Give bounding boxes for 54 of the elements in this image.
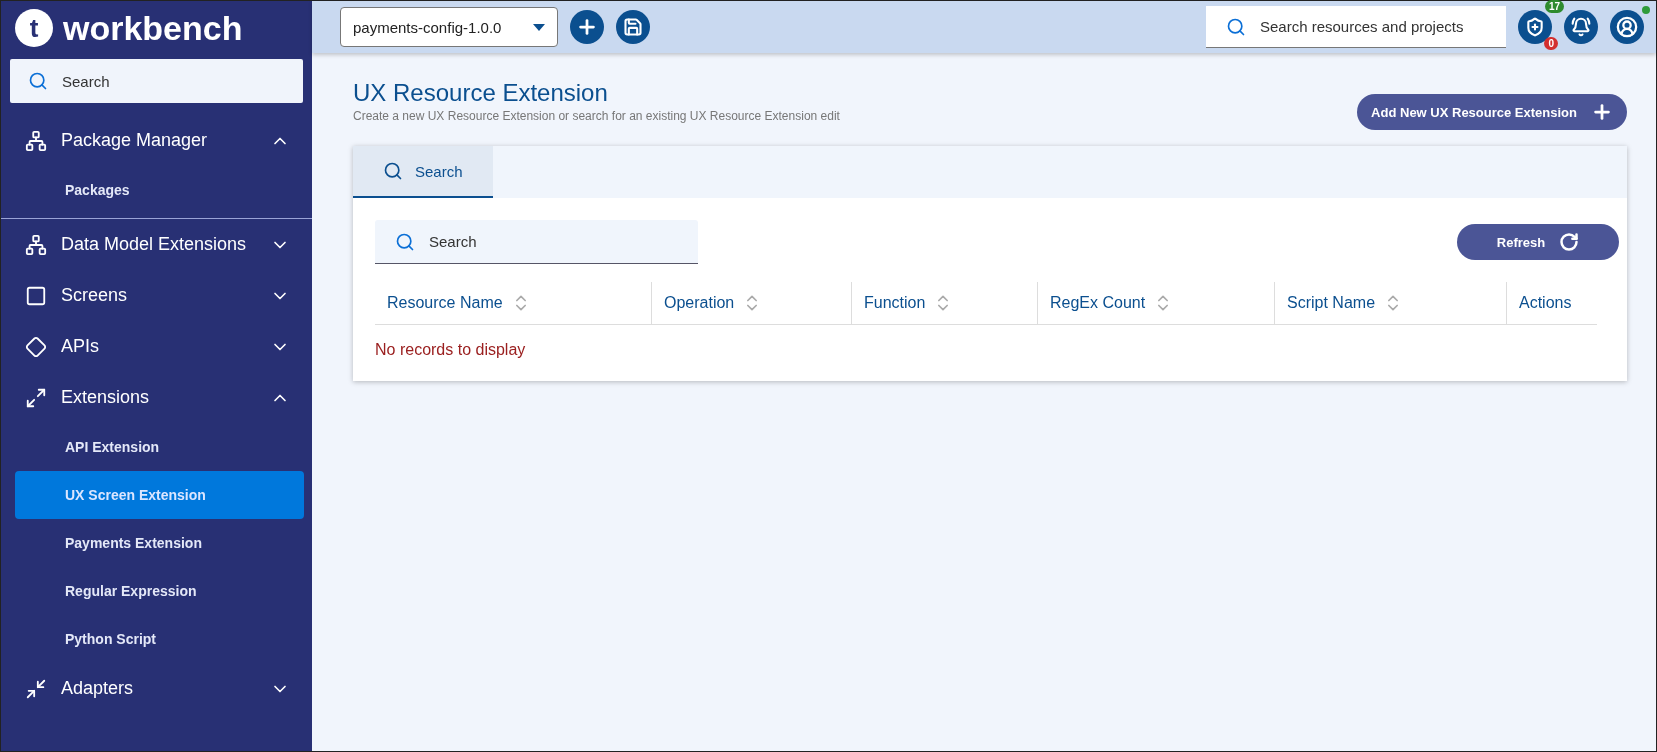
- add-button[interactable]: [570, 10, 604, 44]
- sidebar-group[interactable]: Screens: [1, 270, 312, 321]
- search-tab[interactable]: Search: [353, 146, 493, 198]
- column-header[interactable]: Resource Name: [375, 282, 651, 324]
- collapse-arrows-icon: [25, 677, 47, 700]
- plus-icon: [576, 16, 598, 38]
- plus-icon: [1591, 101, 1613, 123]
- column-header[interactable]: Operation: [651, 282, 851, 324]
- search-icon: [395, 231, 415, 252]
- empty-message: No records to display: [375, 340, 527, 359]
- user-icon: [1616, 16, 1638, 38]
- sidebar-group[interactable]: APIs: [1, 321, 312, 372]
- search-icon: [1226, 16, 1246, 37]
- page-subtitle: Create a new UX Resource Extension or search for an existing UX Resource Extension edit: [353, 109, 840, 123]
- add-extension-button[interactable]: Add New UX Resource Extension: [1357, 94, 1627, 130]
- shield-plus-icon: [1525, 17, 1545, 37]
- logo-icon: t: [15, 9, 53, 47]
- search-field[interactable]: Search: [375, 220, 698, 264]
- refresh-icon: [1559, 232, 1580, 252]
- sidebar-group[interactable]: Package Manager: [1, 115, 312, 166]
- count-badge: 17: [1544, 0, 1564, 13]
- count-badge: 0: [1544, 37, 1558, 50]
- search-field[interactable]: Search resources and projects: [1206, 6, 1506, 48]
- search-icon: [28, 71, 48, 91]
- notifications-button[interactable]: [1564, 10, 1598, 44]
- hierarchy-icon: [25, 233, 47, 256]
- save-button[interactable]: [616, 10, 650, 44]
- column-header[interactable]: Script Name: [1274, 282, 1506, 324]
- bell-icon: [1571, 17, 1591, 37]
- page-title: UX Resource Extension: [353, 79, 609, 107]
- app-name: workbench: [63, 8, 243, 48]
- search-field[interactable]: Search: [10, 59, 303, 103]
- refresh-button[interactable]: Refresh: [1457, 224, 1619, 260]
- profile-button[interactable]: [1610, 10, 1644, 44]
- sidebar-item[interactable]: Packages: [15, 166, 304, 214]
- dropdown-caret-icon: [533, 23, 545, 31]
- hierarchy-icon: [25, 129, 47, 152]
- sidebar-item[interactable]: Payments Extension: [15, 519, 304, 567]
- column-header[interactable]: RegEx Count: [1037, 282, 1274, 324]
- column-header[interactable]: Function: [851, 282, 1037, 324]
- search-icon: [383, 161, 403, 181]
- sidebar-item[interactable]: UX Screen Extension: [15, 471, 304, 519]
- sidebar-group[interactable]: Data Model Extensions: [1, 219, 312, 270]
- window-icon: [25, 284, 47, 307]
- sidebar-group[interactable]: Adapters: [1, 663, 312, 714]
- sidebar-item[interactable]: API Extension: [15, 423, 304, 471]
- sidebar-item[interactable]: Python Script: [15, 615, 304, 663]
- column-header[interactable]: Actions: [1506, 282, 1597, 324]
- sidebar-group[interactable]: Extensions: [1, 372, 312, 423]
- sidebar-item[interactable]: Regular Expression: [15, 567, 304, 615]
- expand-arrows-icon: [25, 386, 47, 409]
- save-icon: [623, 17, 643, 37]
- diamond-icon: [25, 335, 47, 358]
- project-dropdown[interactable]: payments-config-1.0.0: [340, 7, 558, 47]
